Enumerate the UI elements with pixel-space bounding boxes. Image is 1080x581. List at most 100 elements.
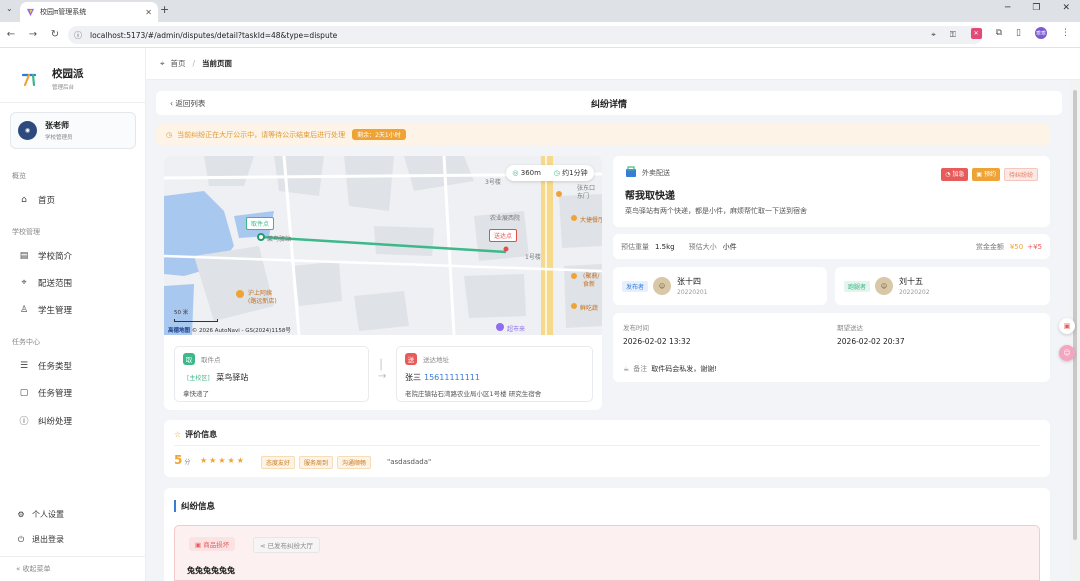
sidebar-item-label: 首页 [38, 196, 56, 206]
page-header: 纠纷详情 ‹ 返回列表 [156, 91, 1062, 115]
map-label-agri: 农业展西院 [490, 215, 521, 222]
sidebar-item-home[interactable]: ⌂ 首页 [18, 194, 55, 206]
remaining-badge: 剩余：2天1小时 [352, 129, 406, 140]
key-icon[interactable]: ⚿ [950, 30, 956, 40]
sidebar: 校园派 管理后台 ◉ 张老师 学校管理员 概览 ⌂ 首页 学校管理 ▤ 学校简介 ⌖… [0, 48, 146, 581]
dropoff-address-box: 送送达地址 张三 15611111111 老院庄镇钻石湾路农业局小区1号楼 研究生… [396, 346, 593, 402]
map-poi-hotel2: (路远新店) [248, 298, 277, 305]
calendar-icon: ▣ [976, 171, 983, 178]
vite-favicon-icon [26, 8, 35, 16]
amount-extra: +¥5 [1027, 242, 1042, 251]
map-canvas [164, 156, 602, 335]
sidebar-item-range[interactable]: ⌖ 配送范围 [18, 277, 72, 289]
sidebar-bottom-divider [0, 556, 145, 557]
browser-menu-icon[interactable]: ⋮ [1061, 28, 1070, 38]
amap-logo: 高德地图 [168, 328, 191, 334]
sidebar-item-label: 退出登录 [32, 535, 64, 544]
delivery-bag-icon [626, 166, 636, 177]
route-distance: 360m [520, 169, 541, 177]
chevron-left-icon: « [16, 565, 21, 573]
amount-value: ¥50 [1009, 242, 1024, 251]
dropoff-label: 送达地址 [423, 356, 449, 364]
sidebar-item-settings[interactable]: ⚙ 个人设置 [16, 509, 64, 520]
map-pin-icon: ⌖ [21, 278, 27, 288]
sidepanel-icon[interactable]: ▯ [1016, 28, 1021, 38]
new-tab-icon[interactable]: + [160, 3, 169, 16]
extension-icon[interactable]: ✕ [970, 27, 982, 39]
sidebar-item-students[interactable]: ♙ 学生管理 [18, 304, 72, 316]
map-pickup-marker[interactable]: 取件点 [246, 217, 275, 230]
app-logo[interactable]: 校园派 管理后台 [20, 66, 84, 91]
back-icon[interactable]: ← [0, 29, 22, 40]
address-bar[interactable]: ⓘ localhost:5173/#/admin/disputes/detail… [68, 26, 983, 44]
timer-icon: ◷ [553, 169, 560, 177]
task-description: 菜鸟驿站有两个快递，都是小件，麻烦帮忙取一下送到宿舍 [625, 207, 807, 215]
document-icon: ▢ [19, 388, 29, 398]
appointment-label: 预约 [983, 171, 996, 178]
publisher-id: 20220201 [677, 289, 708, 296]
note-icon: ☕ [623, 365, 630, 373]
sidebar-item-types[interactable]: ☰ 任务类型 [18, 360, 72, 372]
sidebar-item-manage[interactable]: ▢ 任务管理 [18, 387, 72, 399]
publish-time-label: 发布时间 [623, 324, 649, 332]
evaluation-tag: 沟通顺畅 [337, 456, 372, 469]
distance-icon: ◎ [512, 169, 519, 177]
sidebar-item-label: 纠纷处理 [38, 416, 73, 427]
dispute-detail-box: ▣ 商品损坏 ⋖ 已发布纠纷大厅 兔兔兔兔兔兔 [174, 525, 1040, 581]
evaluation-comment: "asdasdada" [387, 458, 432, 466]
collapse-menu-button[interactable]: « 收起菜单 [16, 564, 51, 574]
breadcrumb-home[interactable]: 首页 [171, 58, 186, 69]
close-window-icon[interactable]: ✕ [1062, 3, 1070, 13]
site-info-icon[interactable]: ⓘ [74, 30, 82, 41]
user-name: 张老师 [45, 121, 69, 130]
map-poi-tea: 鲜吃蔬 [580, 305, 599, 312]
extensions-puzzle-icon[interactable]: ⧉ [996, 28, 1002, 38]
map-drop-marker[interactable]: 送达点 [489, 229, 518, 242]
notice-banner: ◷ 当前纠纷正在大厅公示中，请等待公示结束后进行处理 剩余：2天1小时 [156, 124, 1050, 145]
restore-icon[interactable]: ❐ [1032, 3, 1040, 13]
pickup-name: 菜鸟驿站 [216, 373, 249, 382]
amount-label: 赏金金额 [975, 242, 1004, 251]
receiver-phone[interactable]: 15611111111 [424, 373, 480, 382]
score-value: 5 [174, 453, 183, 467]
route-stats-pill: ◎ 360m ◷ 约1分钟 [506, 165, 594, 181]
forward-icon[interactable]: → [22, 29, 44, 40]
breadcrumb: ⌖ 首页 / 当前页面 [146, 48, 1080, 80]
logo-mark-icon [21, 73, 37, 86]
floating-assistant-icon[interactable]: ☺ [1059, 345, 1075, 361]
page-title: 纠纷详情 [590, 99, 627, 110]
back-to-list-button[interactable]: ‹ 返回列表 [170, 98, 205, 109]
status-badge: 待纠纷纷 [1003, 168, 1038, 181]
publisher-name: 张十四 [677, 277, 702, 286]
chevron-left-icon: ‹ [170, 98, 173, 108]
evaluation-card: ☆ 评价信息 5分 ★★★★★ 态度友好 服务周到 沟通顺畅 "asdasdada… [164, 420, 1050, 477]
task-title: 帮我取快递 [625, 191, 675, 202]
sidebar-item-intro[interactable]: ▤ 学校简介 [18, 250, 72, 262]
location-icon[interactable]: ⌖ [931, 30, 936, 40]
scroll-thumb[interactable] [1073, 90, 1077, 540]
publisher-card[interactable]: 发布者 ☺ 张十四 20220201 [613, 267, 827, 305]
app-name: 校园派 [52, 68, 84, 80]
rating-stars: ★★★★★ [200, 456, 246, 465]
user-card[interactable]: ◉ 张老师 学校管理员 [10, 112, 136, 149]
sidebar-item-dispute[interactable]: ⓘ 纠纷处理 [18, 414, 73, 428]
dispute-published-tag: ⋖ 已发布纠纷大厅 [253, 537, 321, 553]
minimize-icon[interactable]: ─ [1005, 3, 1010, 13]
floating-translate-icon[interactable]: ▣ [1059, 318, 1075, 334]
runner-name: 刘十五 [899, 277, 924, 286]
browser-tab[interactable]: 校园π管理系统 ✕ [20, 2, 158, 22]
tab-close-icon[interactable]: ✕ [145, 8, 152, 17]
group-school: 学校管理 [12, 228, 40, 236]
user-icon: ♙ [19, 305, 29, 315]
school-avatar: ◉ [18, 121, 37, 140]
reload-icon[interactable]: ↻ [44, 29, 66, 40]
sidebar-item-logout[interactable]: ⏻ 退出登录 [16, 534, 64, 545]
profile-avatar[interactable]: 乖乖 [1035, 27, 1047, 39]
map-attribution: 高德地图 © 2026 AutoNavi - GS(2024)1158号 [168, 326, 291, 334]
tab-search-icon[interactable]: ⌄ [6, 4, 13, 13]
route-map[interactable]: ◎ 360m ◷ 约1分钟 取件点 送达点 3号楼 张东口 东门 农业展西院 大… [164, 156, 602, 335]
runner-card[interactable]: 跑腿者 ☺ 刘十五 20220202 [835, 267, 1050, 305]
weight-value: 1.5kg [655, 242, 675, 251]
dispute-title: 纠纷信息 [174, 500, 215, 512]
weight-label: 预估重量 [621, 242, 649, 251]
